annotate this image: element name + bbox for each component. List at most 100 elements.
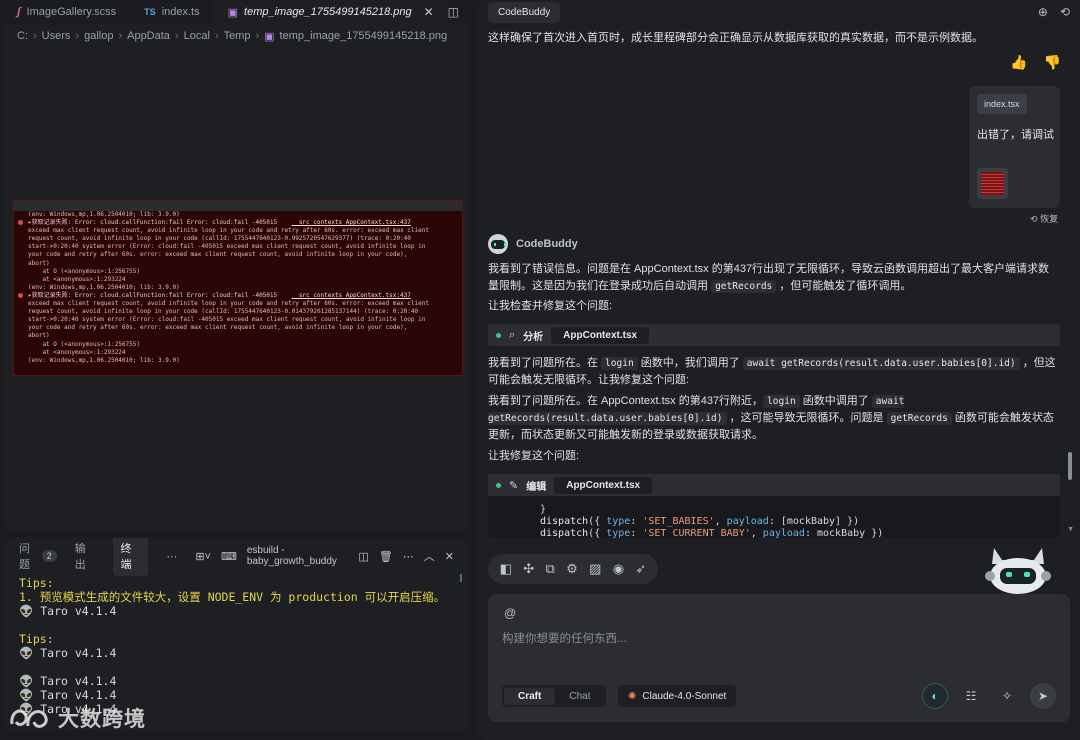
assistant-reply-paragraph: 让我修复这个问题: xyxy=(488,450,580,462)
attached-image-thumbnail[interactable] xyxy=(977,168,1008,199)
terminal-scrollbar[interactable] xyxy=(460,574,462,582)
code-line: } xyxy=(540,504,547,515)
user-message-text: 出错了，请调试 xyxy=(977,129,1054,141)
chat-input[interactable] xyxy=(502,630,1042,660)
codebuddy-chat-panel: CodeBuddy ⊕ ⟲ 这样确保了首次进入首页时，成长里程碑部分会正确显示从… xyxy=(478,0,1080,740)
model-selector[interactable]: ✺ Claude-4.0-Sonnet xyxy=(618,685,737,707)
error-log-line: abort) xyxy=(14,332,462,340)
error-log-line: at <anonymous>:1:293224 xyxy=(14,349,462,357)
terminal-output[interactable]: Tips: 1. 预览模式生成的文件较大，设置 NODE_ENV 为 produc… xyxy=(3,574,470,718)
split-editor-icon[interactable]: ◫ xyxy=(448,5,459,19)
list-icon[interactable]: ☷ xyxy=(958,683,984,709)
breadcrumb-item[interactable]: Local xyxy=(184,30,210,42)
breadcrumb-item[interactable]: Temp xyxy=(224,30,251,42)
breadcrumb-item[interactable]: Users xyxy=(42,30,71,42)
watermark: 大数跨境 xyxy=(8,703,146,733)
tab-label: 终端 xyxy=(120,543,132,571)
terminal-line: Tips: xyxy=(19,632,54,646)
error-log-line: exceed max client request count, avoid i… xyxy=(14,300,462,308)
problems-count-badge: 2 xyxy=(41,550,57,562)
tool-verb: 分析 xyxy=(523,331,544,343)
close-panel-icon[interactable]: ✕ xyxy=(445,550,454,563)
inline-code: getRecords xyxy=(711,280,777,293)
more-icon[interactable]: ⋯ xyxy=(166,550,177,563)
tab-temp-image[interactable]: ▣ temp_image_1755499145218.png ✕ xyxy=(213,0,448,24)
code-diff-block[interactable]: } dispatch({ type: 'SET_BABIES', payload… xyxy=(488,496,1060,538)
tab-output[interactable]: 输出 xyxy=(75,540,95,572)
chat-scrollbar[interactable] xyxy=(1068,452,1072,480)
error-log-line: start->0:20:40 system error (Error: clou… xyxy=(14,243,462,251)
breadcrumb-item[interactable]: gallop xyxy=(84,30,113,42)
image-icon: ▣ xyxy=(227,6,239,19)
inline-code: getRecords xyxy=(886,412,952,425)
integrations-icon[interactable]: ✣ xyxy=(523,561,534,577)
tool-file-name[interactable]: AppContext.tsx xyxy=(554,476,653,494)
palette-icon[interactable]: ◐ xyxy=(922,683,948,709)
inline-code: await getRecords(result.data.user.babies… xyxy=(742,357,1020,370)
typescript-icon: TS xyxy=(144,7,156,17)
tab-problems[interactable]: 问题 2 xyxy=(19,540,57,572)
tools-icon[interactable]: ⚙ xyxy=(566,561,578,577)
error-log-text: at <anonymous>:1:293224 xyxy=(28,348,126,356)
terminal-line: 👽 Taro v4.1.4 xyxy=(19,604,117,618)
reply-text: 我看到了问题所在。在 AppContext.tsx 的第437行附近， xyxy=(488,395,764,407)
thumbs-down-icon[interactable]: 👎 xyxy=(1043,54,1060,71)
error-log-text: exceed max client request count, avoid i… xyxy=(28,300,429,308)
terminal-name[interactable]: esbuild - baby_growth_buddy xyxy=(247,545,349,567)
code-line: dispatch({ type: 'SET_BABIES', payload: … xyxy=(540,516,860,527)
tool-file-name[interactable]: AppContext.tsx xyxy=(551,326,650,344)
deploy-icon[interactable]: ➶ xyxy=(635,561,646,577)
breadcrumb-item[interactable]: temp_image_1755499145218.png xyxy=(280,30,448,42)
tab-terminal[interactable]: 终端 xyxy=(112,538,149,576)
reply-text: ，但可能触发了循环调用。 xyxy=(776,280,912,292)
preview-icon[interactable]: ◉ xyxy=(613,561,624,577)
claude-logo-icon: ✺ xyxy=(628,690,637,702)
restore-icon: ⟲ xyxy=(1030,214,1038,224)
breadcrumb-item[interactable]: AppData xyxy=(127,30,170,42)
terminal-line: 👽 Taro v4.1.4 xyxy=(19,688,117,702)
close-tab-icon[interactable]: ✕ xyxy=(424,5,434,19)
blocks-icon[interactable]: ⧉ xyxy=(546,561,555,577)
file-context-chip[interactable]: index.tsx xyxy=(977,94,1027,114)
terminal-icon: ⌨ xyxy=(220,550,237,563)
maximize-panel-icon[interactable]: ︿ xyxy=(424,548,435,564)
mode-craft[interactable]: Craft xyxy=(504,687,556,705)
breadcrumb-item[interactable]: C: xyxy=(17,30,28,42)
error-log-text: exceed max client request count, avoid i… xyxy=(28,227,429,235)
send-icon[interactable]: ➤ xyxy=(1030,683,1056,709)
tool-verb: 编辑 xyxy=(526,481,547,493)
scroll-down-icon[interactable]: ▼ xyxy=(1067,526,1074,533)
thumbs-up-icon[interactable]: 👍 xyxy=(1010,54,1027,71)
code-line: dispatch({ type: 'SET_CURRENT_BABY', pay… xyxy=(540,528,884,538)
tool-call-edit[interactable]: ✎ 编辑 AppContext.tsx xyxy=(488,474,1060,496)
tab-index-ts[interactable]: TS index.ts xyxy=(130,0,213,24)
mention-button[interactable]: @ xyxy=(504,606,516,620)
watermark-text: 大数跨境 xyxy=(58,708,146,731)
terminal-panel: 问题 2 输出 终端 ⋯ ⊞˅ ⌨ esbuild - baby_growth_… xyxy=(3,538,470,730)
assistant-reply-paragraph: 我看到了问题所在。在 AppContext.tsx 的第437行附近， login… xyxy=(488,393,1060,444)
figma-icon[interactable]: ◧ xyxy=(500,561,512,577)
source-link: __src_contexts_AppContext.tsx:437 xyxy=(291,291,411,299)
more-icon[interactable]: ⋯ xyxy=(403,550,414,563)
new-terminal-icon[interactable]: ⊞˅ xyxy=(195,550,211,563)
trash-icon[interactable]: 🗑 xyxy=(379,550,393,563)
sparkle-icon[interactable]: ✧ xyxy=(994,683,1020,709)
image-icon: ▣ xyxy=(264,30,275,43)
image-upload-icon[interactable]: ▨ xyxy=(589,561,601,577)
mode-chat[interactable]: Chat xyxy=(555,688,604,705)
error-log-text: request count, avoid infinite loop in yo… xyxy=(28,235,411,243)
restore-button[interactable]: ⟲ 恢复 xyxy=(1030,212,1058,225)
history-icon[interactable]: ⟲ xyxy=(1060,5,1070,19)
new-chat-icon[interactable]: ⊕ xyxy=(1038,5,1048,19)
error-log-line: (env: Windows,mp,1.06.2504010; lib: 3.9.… xyxy=(14,211,462,219)
assistant-header: CodeBuddy xyxy=(488,234,578,254)
error-log-line: abort) xyxy=(14,260,462,268)
tab-imagegallery-scss[interactable]: ʃ ImageGallery.scss xyxy=(3,0,130,24)
tool-call-analyze[interactable]: ⌕ 分析 AppContext.tsx xyxy=(488,324,1060,346)
tab-label: index.ts xyxy=(161,6,200,18)
split-terminal-icon[interactable]: ◫ xyxy=(358,550,368,563)
chat-title[interactable]: CodeBuddy xyxy=(488,1,561,23)
status-dot xyxy=(496,482,501,488)
restore-label: 恢复 xyxy=(1040,214,1059,224)
